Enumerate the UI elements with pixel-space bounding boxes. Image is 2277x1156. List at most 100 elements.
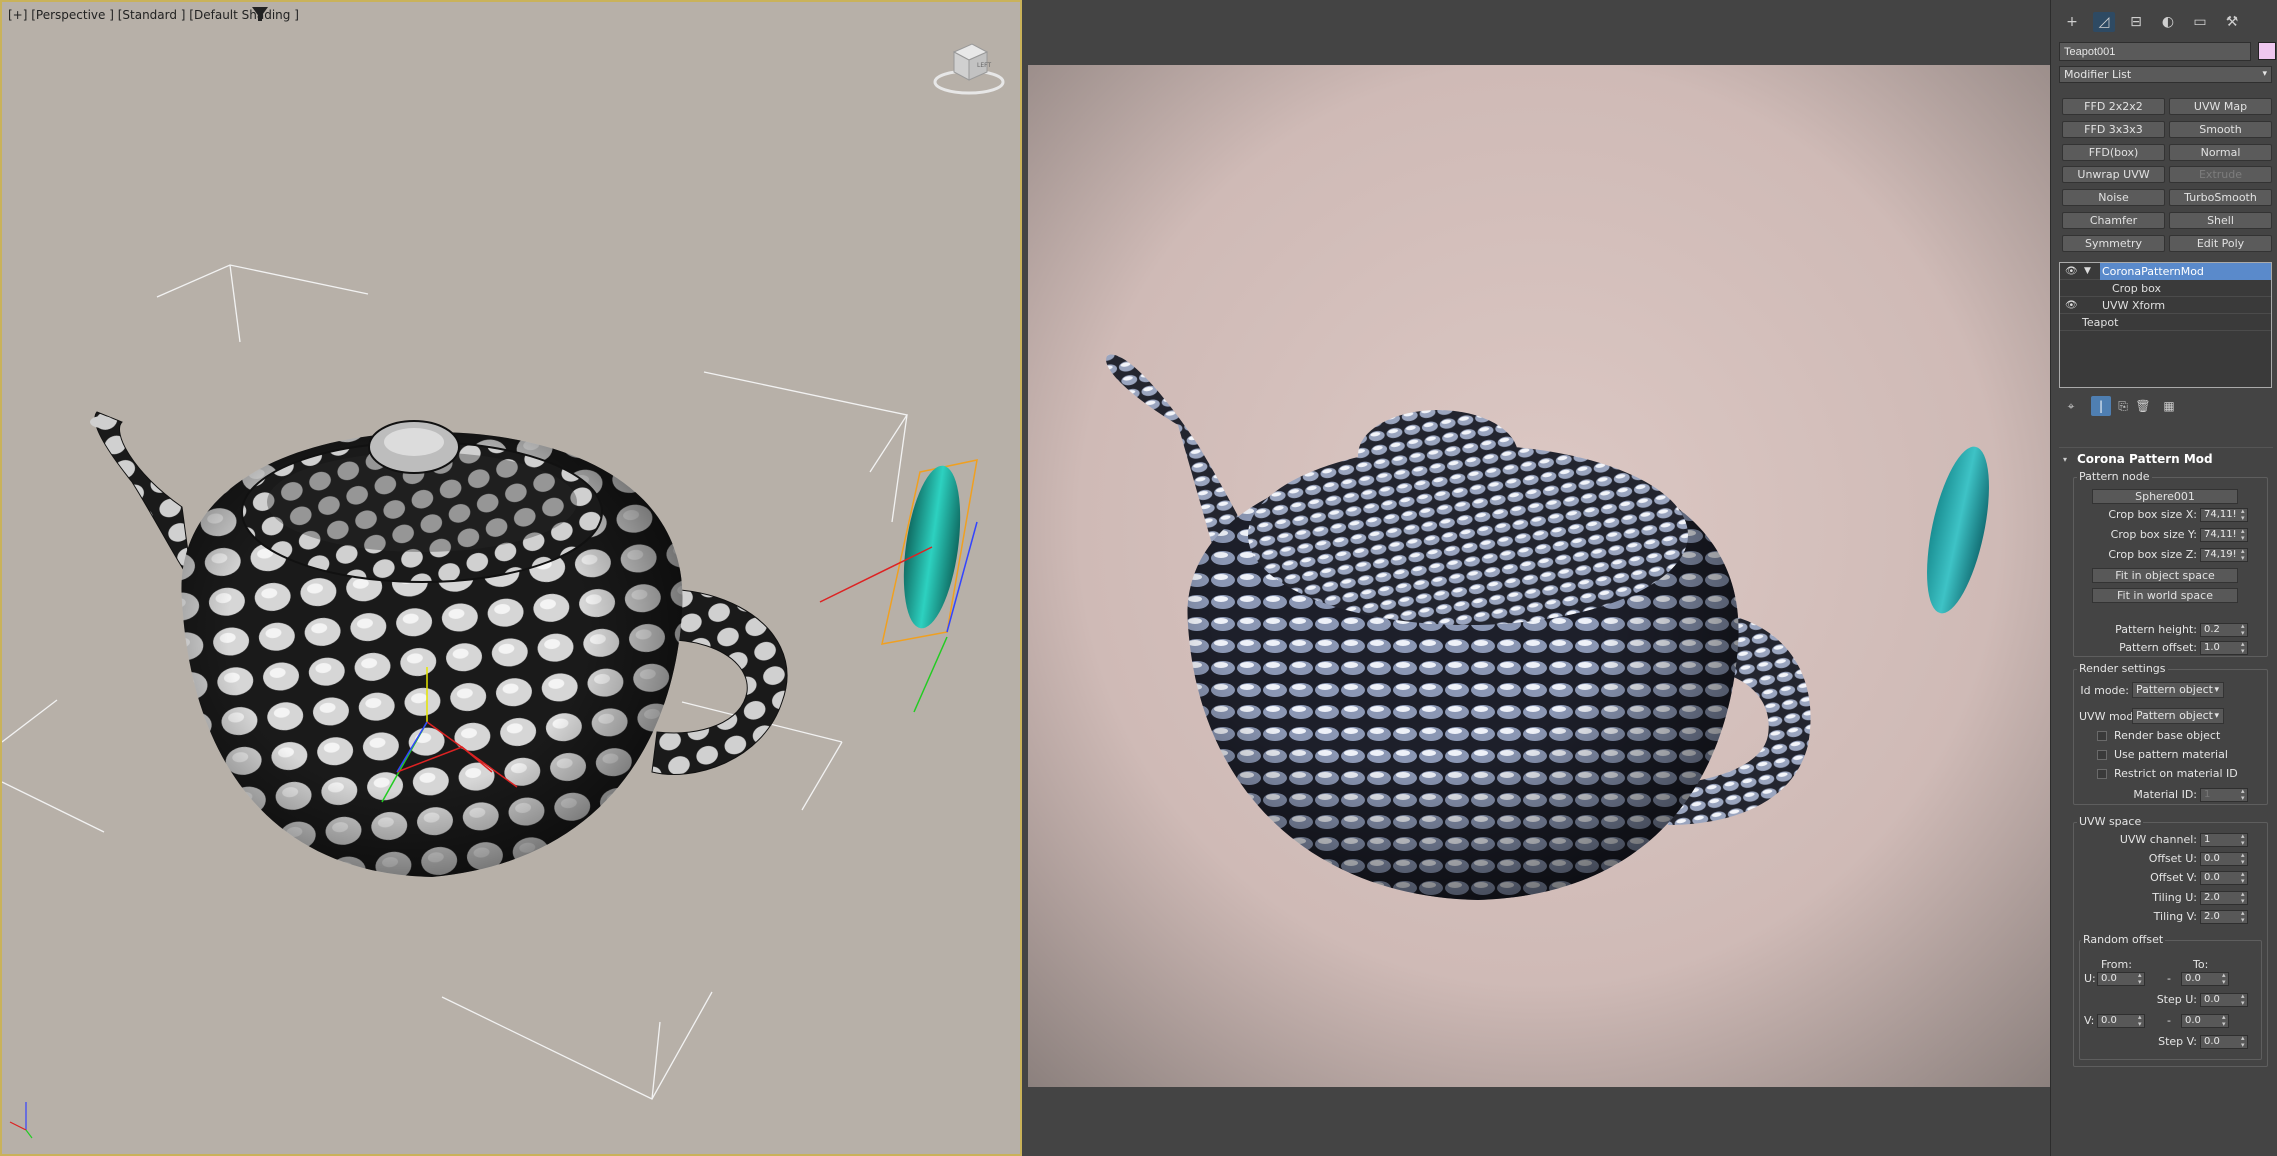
u-from-spinner[interactable]: 0.0: [2097, 972, 2145, 986]
display-tab-icon[interactable]: ▭: [2189, 12, 2211, 32]
filter-icon[interactable]: [252, 7, 268, 21]
show-end-result-icon[interactable]: |: [2091, 396, 2111, 416]
restrict-material-id-checkbox[interactable]: [2097, 769, 2107, 779]
uvw-channel-spinner[interactable]: 1: [2200, 833, 2248, 847]
random-offset-group-label: Random offset: [2081, 933, 2166, 946]
remove-modifier-icon[interactable]: 🗑: [2133, 396, 2153, 416]
tiling-u-spinner[interactable]: 2.0: [2200, 891, 2248, 905]
uvw-mode-label: UVW mode:: [2079, 710, 2144, 723]
modifier-button[interactable]: Smooth: [2169, 120, 2272, 138]
stack-item-label: CoronaPatternMod: [2100, 263, 2271, 280]
u-range-dash: -: [2167, 972, 2171, 985]
configure-sets-icon[interactable]: ▦: [2159, 396, 2179, 416]
object-name-field[interactable]: [2059, 42, 2251, 61]
pattern-object-disc[interactable]: [819, 459, 978, 713]
id-mode-label: Id mode:: [2080, 684, 2129, 697]
render-base-object-checkbox[interactable]: [2097, 731, 2107, 741]
modifier-button[interactable]: Noise: [2062, 189, 2165, 207]
modify-tab-icon[interactable]: ◿: [2093, 12, 2115, 32]
u-to-spinner[interactable]: 0.0: [2181, 972, 2229, 986]
modifier-button[interactable]: Shell: [2169, 212, 2272, 229]
crop-y-label: Crop box size Y:: [2110, 528, 2197, 541]
tiling-v-spinner[interactable]: 2.0: [2200, 910, 2248, 924]
rollout-title[interactable]: Corona Pattern Mod: [2077, 452, 2213, 466]
command-panel-tabs: + ◿ ⊟ ◐ ▭ ⚒: [2061, 12, 2271, 32]
stack-item-label: Crop box: [2112, 282, 2162, 295]
rendered-image: [1028, 65, 2050, 1087]
render-settings-group-label: Render settings: [2077, 662, 2168, 675]
use-pattern-material-label: Use pattern material: [2114, 748, 2228, 761]
expand-arrow-icon[interactable]: ▼: [2084, 263, 2091, 280]
pin-stack-icon[interactable]: ⌖: [2061, 396, 2081, 416]
pattern-offset-spinner[interactable]: 1.0: [2200, 641, 2248, 655]
utilities-tab-icon[interactable]: ⚒: [2221, 12, 2243, 32]
create-tab-icon[interactable]: +: [2061, 12, 2083, 32]
hierarchy-tab-icon[interactable]: ⊟: [2125, 12, 2147, 32]
crop-z-spinner[interactable]: 74,19!: [2200, 548, 2248, 562]
offset-v-spinner[interactable]: 0.0: [2200, 871, 2248, 885]
stack-item[interactable]: Crop box: [2060, 280, 2271, 297]
modifier-button[interactable]: TurboSmooth: [2169, 189, 2272, 207]
step-u-label: Step U:: [2156, 993, 2197, 1006]
restrict-material-id-label: Restrict on material ID: [2114, 767, 2238, 780]
step-v-spinner[interactable]: 0.0: [2200, 1035, 2248, 1049]
render-frame[interactable]: [1028, 65, 2050, 1087]
use-pattern-material-checkbox[interactable]: [2097, 750, 2107, 760]
pattern-offset-label: Pattern offset:: [2119, 641, 2197, 654]
crop-z-label: Crop box size Z:: [2108, 548, 2197, 561]
tiling-v-label: Tiling V:: [2153, 910, 2197, 923]
world-axis-icon: [9, 1102, 33, 1139]
viewport-scene[interactable]: [2, 2, 1022, 1156]
step-v-label: Step V:: [2158, 1035, 2197, 1048]
material-id-spinner[interactable]: 1: [2200, 788, 2248, 802]
pattern-height-spinner[interactable]: 0.2: [2200, 623, 2248, 637]
offset-u-spinner[interactable]: 0.0: [2200, 852, 2248, 866]
uvw-space-group-label: UVW space: [2077, 815, 2144, 828]
rollout-collapse-icon[interactable]: ▾: [2063, 455, 2067, 464]
uvw-channel-label: UVW channel:: [2119, 833, 2197, 846]
make-unique-icon[interactable]: ⎘: [2113, 396, 2133, 416]
modifier-button[interactable]: FFD(box): [2062, 143, 2165, 161]
viewcube-label: LEFT: [977, 62, 991, 69]
fit-object-space-button[interactable]: Fit in object space: [2092, 568, 2238, 583]
modifier-button[interactable]: Normal: [2169, 143, 2272, 161]
fit-world-space-button[interactable]: Fit in world space: [2092, 588, 2238, 603]
modifier-list-dropdown[interactable]: Modifier List ▾: [2059, 66, 2272, 83]
v-to-spinner[interactable]: 0.0: [2181, 1014, 2229, 1028]
modifier-button[interactable]: Edit Poly: [2169, 234, 2272, 252]
modifier-button[interactable]: UVW Map: [2169, 98, 2272, 115]
step-u-spinner[interactable]: 0.0: [2200, 993, 2248, 1007]
stack-item-label: Teapot: [2082, 316, 2119, 329]
v-range-dash: -: [2167, 1014, 2171, 1027]
modifier-button[interactable]: FFD 3x3x3: [2062, 120, 2165, 138]
offset-u-label: Offset U:: [2148, 852, 2197, 865]
pattern-node-button[interactable]: Sphere001: [2092, 489, 2238, 504]
v-from-spinner[interactable]: 0.0: [2097, 1014, 2145, 1028]
object-color-swatch[interactable]: [2258, 42, 2276, 60]
crop-y-spinner[interactable]: 74,11!: [2200, 528, 2248, 542]
modifier-stack[interactable]: 👁 ▼ CoronaPatternMod Crop box 👁 UVW Xform Teap…: [2059, 262, 2272, 388]
motion-tab-icon[interactable]: ◐: [2157, 12, 2179, 32]
stack-item[interactable]: Teapot: [2060, 314, 2271, 331]
crop-x-spinner[interactable]: 74,11!: [2200, 508, 2248, 522]
tiling-u-label: Tiling U:: [2152, 891, 2197, 904]
pattern-height-label: Pattern height:: [2115, 623, 2197, 636]
render-base-object-label: Render base object: [2114, 729, 2221, 742]
perspective-viewport[interactable]: [+] [Perspective ] [Standard ] [Default …: [0, 0, 1022, 1156]
viewcube[interactable]: LEFT: [932, 36, 1006, 98]
modifier-button[interactable]: Extrude: [2169, 166, 2272, 184]
uvw-mode-dropdown[interactable]: Pattern object: [2132, 708, 2224, 724]
to-label: To:: [2193, 958, 2209, 971]
modifier-list-label: Modifier List: [2064, 68, 2132, 81]
id-mode-dropdown[interactable]: Pattern object: [2132, 682, 2224, 698]
stack-item[interactable]: 👁 ▼ CoronaPatternMod: [2060, 263, 2271, 280]
stack-item[interactable]: 👁 UVW Xform: [2060, 297, 2271, 314]
crop-x-label: Crop box size X:: [2108, 508, 2197, 521]
modifier-button[interactable]: Symmetry: [2062, 234, 2165, 252]
modifier-button[interactable]: Unwrap UVW: [2062, 166, 2165, 184]
teapot-mesh[interactable]: [90, 411, 788, 877]
visibility-eye-icon[interactable]: 👁: [2065, 297, 2078, 314]
modifier-button[interactable]: Chamfer: [2062, 212, 2165, 229]
visibility-eye-icon[interactable]: 👁: [2065, 263, 2078, 280]
modifier-button[interactable]: FFD 2x2x2: [2062, 98, 2165, 115]
